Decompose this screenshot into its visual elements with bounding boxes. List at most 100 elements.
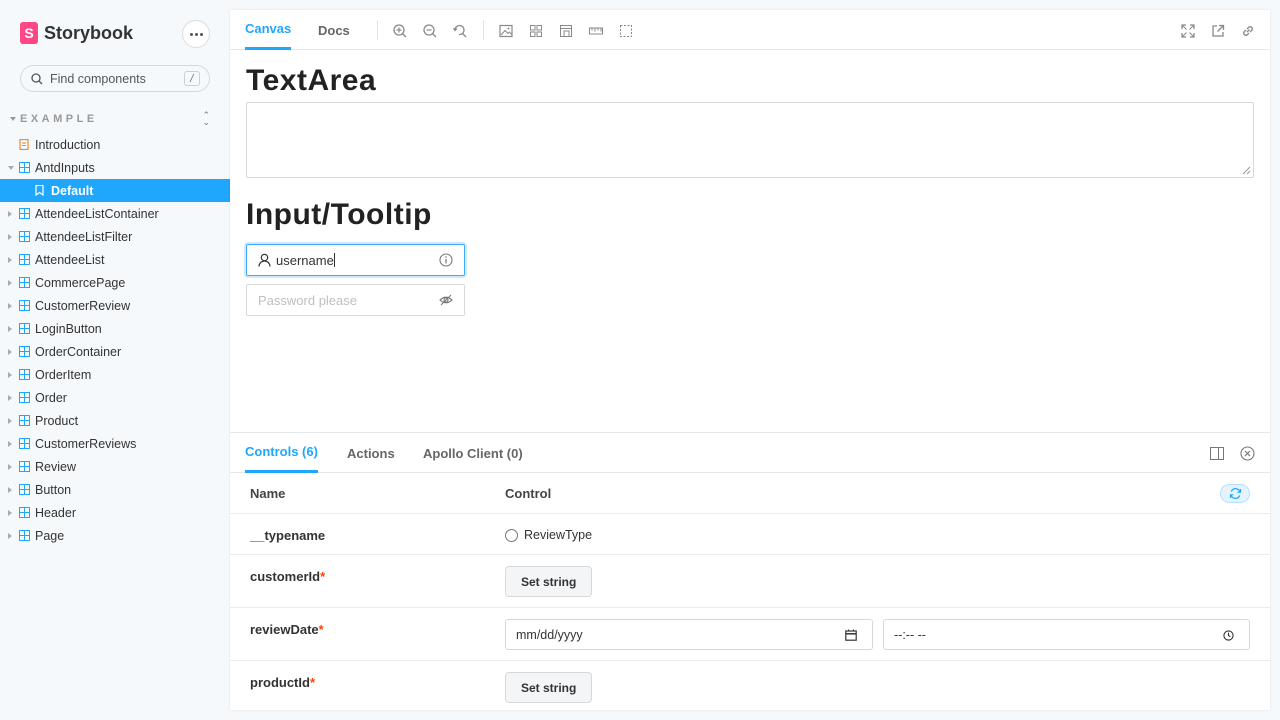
chevron-right-icon xyxy=(8,234,12,240)
zoom-in-icon[interactable] xyxy=(392,23,408,39)
heading-input-tooltip: Input/Tooltip xyxy=(246,198,432,231)
sidebar-item-label: Button xyxy=(35,482,72,497)
table-row: reviewDate* mm/dd/yyyy --:-- -- xyxy=(230,608,1270,661)
table-row: __typename ReviewType xyxy=(230,514,1270,555)
sidebar-item-button[interactable]: Button xyxy=(0,478,230,501)
radio-option[interactable]: ReviewType xyxy=(505,528,592,542)
control-name-wrapper: productId* xyxy=(250,675,315,690)
component-icon xyxy=(19,346,30,357)
viewport-icon[interactable] xyxy=(558,23,574,39)
radio-button[interactable] xyxy=(505,528,518,542)
time-input[interactable]: --:-- -- xyxy=(883,619,1250,650)
zoom-reset-icon[interactable] xyxy=(452,23,468,39)
sidebar-item-label: AntdInputs xyxy=(35,160,95,175)
sidebar-item-customerreviews[interactable]: CustomerReviews xyxy=(0,432,230,455)
password-placeholder: Password please xyxy=(258,292,357,308)
sidebar-item-header[interactable]: Header xyxy=(0,501,230,524)
info-circle-icon[interactable] xyxy=(439,253,453,267)
control-name: reviewDate xyxy=(250,622,319,637)
tab-actions[interactable]: Actions xyxy=(347,433,395,473)
panel-orientation-icon[interactable] xyxy=(1210,447,1224,460)
sidebar-item-attendeelistfilter[interactable]: AttendeeListFilter xyxy=(0,225,230,248)
sidebar-item-label: Header xyxy=(35,505,76,520)
sidebar-item-antdinputs[interactable]: AntdInputs xyxy=(0,156,230,179)
chevron-down-icon xyxy=(8,166,14,170)
grid-icon[interactable] xyxy=(528,23,544,39)
background-image-icon[interactable] xyxy=(498,23,514,39)
control-name: customerId xyxy=(250,569,321,584)
chevron-right-icon xyxy=(8,349,12,355)
chevron-right-icon xyxy=(8,510,12,516)
copy-link-icon[interactable] xyxy=(1240,23,1256,39)
component-icon xyxy=(19,530,30,541)
toolbar-divider xyxy=(377,20,378,40)
sidebar-item-customerreview[interactable]: CustomerReview xyxy=(0,294,230,317)
eye-invisible-icon[interactable] xyxy=(439,293,453,307)
sidebar-item-default[interactable]: Default xyxy=(0,179,230,202)
component-icon xyxy=(19,162,30,173)
textarea-field[interactable] xyxy=(246,102,1254,178)
sidebar-item-label: AttendeeListContainer xyxy=(35,206,159,221)
resize-handle-icon[interactable] xyxy=(1241,165,1251,175)
radio-label: ReviewType xyxy=(524,528,593,542)
calendar-icon[interactable] xyxy=(845,629,857,641)
chevron-right-icon xyxy=(8,487,12,493)
search-input[interactable]: Find components / xyxy=(20,65,210,92)
group-label: EXAMPLE xyxy=(20,113,98,125)
sidebar-item-label: Introduction xyxy=(35,137,101,152)
sidebar-item-product[interactable]: Product xyxy=(0,409,230,432)
sidebar-item-label: CustomerReview xyxy=(35,298,131,313)
component-icon xyxy=(19,231,30,242)
username-input[interactable]: username xyxy=(246,244,465,276)
clock-icon[interactable] xyxy=(1223,630,1234,641)
sidebar-item-orderitem[interactable]: OrderItem xyxy=(0,363,230,386)
chevron-right-icon xyxy=(8,372,12,378)
sidebar-item-review[interactable]: Review xyxy=(0,455,230,478)
component-icon xyxy=(19,507,30,518)
zoom-out-icon[interactable] xyxy=(422,23,438,39)
group-header-example[interactable]: EXAMPLE ⌃ ⌄ xyxy=(10,111,210,127)
sidebar-item-attendeelist[interactable]: AttendeeList xyxy=(0,248,230,271)
sidebar-item-order[interactable]: Order xyxy=(0,386,230,409)
bookmark-icon xyxy=(35,185,44,196)
sidebar-item-commercepage[interactable]: CommercePage xyxy=(0,271,230,294)
expand-collapse-icon[interactable]: ⌃ ⌄ xyxy=(202,111,210,127)
column-header-name: Name xyxy=(250,486,286,501)
tab-canvas[interactable]: Canvas xyxy=(245,10,292,50)
username-value: username xyxy=(276,252,334,268)
ruler-icon[interactable] xyxy=(588,23,604,39)
sidebar-item-label: AttendeeListFilter xyxy=(35,229,133,244)
sidebar-item-label: CustomerReviews xyxy=(35,436,137,451)
fullscreen-icon[interactable] xyxy=(1180,23,1196,39)
set-string-button[interactable]: Set string xyxy=(505,672,593,703)
table-row: customerId* Set string xyxy=(230,555,1270,608)
tab-docs[interactable]: Docs xyxy=(318,10,350,50)
open-new-tab-icon[interactable] xyxy=(1210,23,1226,39)
storybook-logo-icon: S xyxy=(20,22,38,44)
dot-icon xyxy=(194,32,198,36)
component-icon xyxy=(19,300,30,311)
sidebar-item-page[interactable]: Page xyxy=(0,524,230,547)
sidebar-item-loginbutton[interactable]: LoginButton xyxy=(0,317,230,340)
chevron-right-icon xyxy=(8,395,12,401)
required-marker: * xyxy=(320,569,326,584)
close-panel-icon[interactable] xyxy=(1240,446,1255,461)
control-name-wrapper: reviewDate* xyxy=(250,622,324,637)
user-icon xyxy=(258,253,271,267)
component-tree: Introduction AntdInputs Default Attendee… xyxy=(0,133,230,547)
more-options-button[interactable] xyxy=(182,20,210,48)
outline-icon[interactable] xyxy=(618,23,634,39)
sidebar-item-introduction[interactable]: Introduction xyxy=(0,133,230,156)
tab-controls[interactable]: Controls (6) xyxy=(245,433,318,473)
tab-apollo-client[interactable]: Apollo Client (0) xyxy=(423,433,523,473)
sidebar-item-label: LoginButton xyxy=(35,321,102,336)
date-input[interactable]: mm/dd/yyyy xyxy=(505,619,873,650)
chevron-right-icon xyxy=(8,441,12,447)
storybook-brand[interactable]: S Storybook xyxy=(20,22,133,44)
password-input[interactable]: Password please xyxy=(246,284,465,316)
search-placeholder: Find components xyxy=(50,71,146,86)
sidebar-item-attendeelistcontainer[interactable]: AttendeeListContainer xyxy=(0,202,230,225)
reset-controls-button[interactable] xyxy=(1220,484,1250,503)
sidebar-item-ordercontainer[interactable]: OrderContainer xyxy=(0,340,230,363)
set-string-button[interactable]: Set string xyxy=(505,566,593,597)
